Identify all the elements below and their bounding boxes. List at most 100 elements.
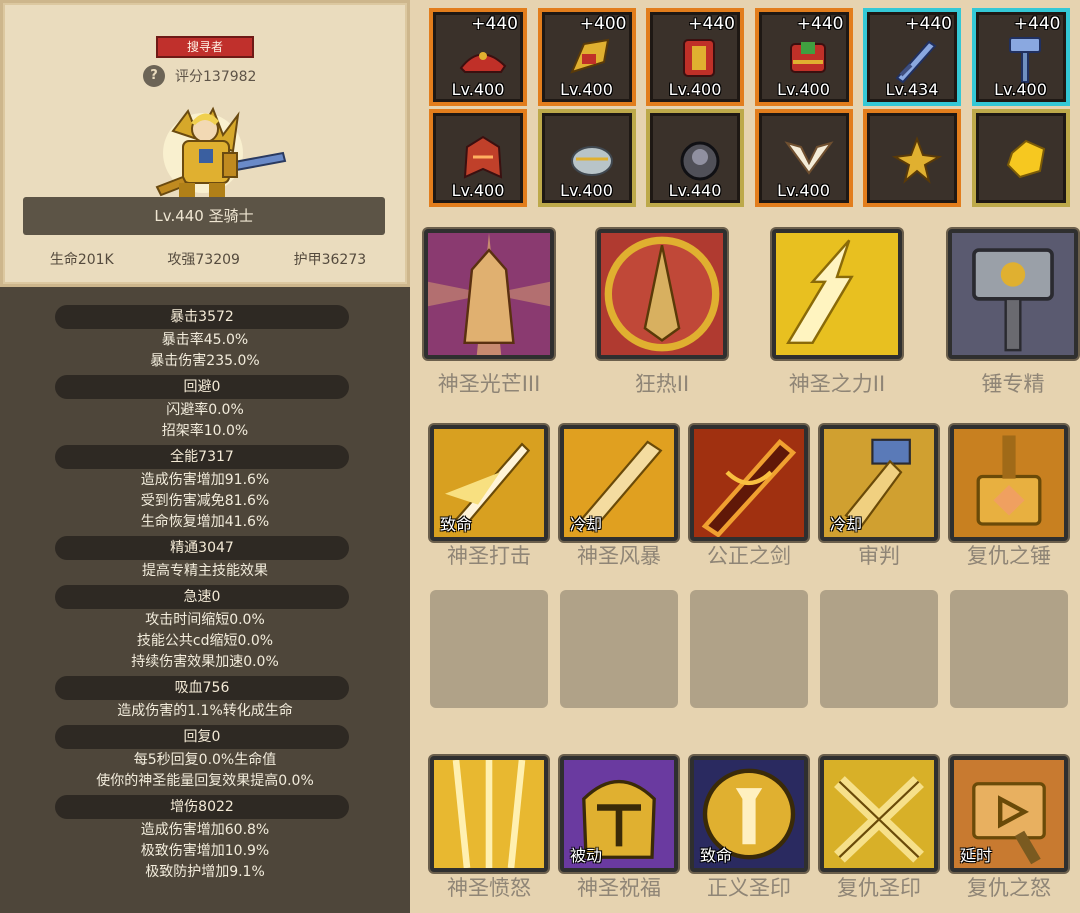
equip-slot[interactable]: +440 Lv.400 <box>971 8 1070 106</box>
item-level: Lv.400 <box>560 80 613 99</box>
empty-skill-slot[interactable] <box>560 590 678 708</box>
stat-header: 精通3047 <box>55 536 349 560</box>
skill-tag: 延时 <box>960 846 993 865</box>
item-level: Lv.400 <box>777 80 830 99</box>
skill-tag: 致命 <box>440 515 473 534</box>
base-stats: 生命201K 攻强73209 护甲36273 <box>3 249 413 269</box>
stat-detail: 暴击伤害235.0% <box>150 353 260 369</box>
skill-tag: 致命 <box>700 846 733 865</box>
stat-detail: 提高专精主技能效果 <box>142 563 268 579</box>
skill-name: 神圣风暴 <box>577 544 661 568</box>
item-level: Lv.400 <box>668 80 722 99</box>
stat-detail: 持续伤害效果加速0.0% <box>131 654 279 670</box>
empty-skill-slot[interactable] <box>950 590 1068 708</box>
enhance-level: +440 <box>796 14 844 34</box>
stat-detail: 每5秒回复0.0%生命值 <box>133 752 277 768</box>
item-level: Lv.434 <box>885 80 939 99</box>
skill-slot[interactable] <box>597 229 727 359</box>
enhance-level: +440 <box>905 14 952 34</box>
skill-tag: 被动 <box>570 846 603 865</box>
equip-slot[interactable]: +440 Lv.434 <box>863 8 961 106</box>
skill-name: 神圣光芒III <box>437 372 541 396</box>
class-tag-badge: 搜寻者 <box>156 36 254 58</box>
skill-slot[interactable] <box>948 229 1078 359</box>
skill-name: 神圣打击 <box>447 544 531 568</box>
equip-slot[interactable]: Lv.400 <box>754 109 853 207</box>
skill-tag: 冷却 <box>830 515 863 534</box>
skill-slot[interactable]: 致命 <box>690 756 808 872</box>
equip-slot[interactable]: +440 Lv.400 <box>646 8 744 106</box>
stats-panel: 搜寻者 ? 评分137982 Lv.440 圣骑士 生命201K 攻强73209… <box>0 0 410 913</box>
item-level: Lv.400 <box>777 181 830 200</box>
skill-slot[interactable]: 被动 <box>560 756 678 872</box>
stat-detail: 造成伤害增加60.8% <box>140 822 270 838</box>
equip-slot[interactable]: +440 Lv.400 <box>754 8 853 106</box>
equip-slot[interactable]: Lv.400 <box>537 109 636 207</box>
equip-slot[interactable]: Lv.440 <box>646 109 744 207</box>
stat-header: 回避0 <box>55 375 349 399</box>
skill-name: 锤专精 <box>981 372 1045 396</box>
skill-slot[interactable]: 延时 <box>950 756 1068 872</box>
item-level: Lv.400 <box>560 181 613 200</box>
equip-slot[interactable]: +400 Lv.400 <box>537 8 636 106</box>
stat-detail: 使你的神圣能量回复效果提高0.0% <box>96 773 314 789</box>
stat-detail: 受到伤害减免81.6% <box>140 493 270 509</box>
skill-slot[interactable]: 冷却 <box>560 425 678 541</box>
stat-detail: 极致防护增加9.1% <box>145 864 265 880</box>
skill-slot[interactable]: 冷却 <box>820 425 938 541</box>
empty-skill-slot[interactable] <box>820 590 938 708</box>
skill-slot[interactable] <box>772 229 902 359</box>
skill-name: 复仇之怒 <box>967 876 1051 900</box>
holy-wrath-icon <box>434 760 544 868</box>
gem-icon <box>1006 139 1045 179</box>
stat-detail: 生命恢复增加41.6% <box>140 514 270 530</box>
flame-sword-icon <box>694 429 804 537</box>
item-level: Lv.400 <box>451 80 505 99</box>
score-row: ? 评分137982 <box>143 65 256 87</box>
equip-slot[interactable] <box>971 109 1070 207</box>
enhance-level: +440 <box>471 14 518 34</box>
skill-slot[interactable] <box>430 756 548 872</box>
item-level: Lv.400 <box>994 80 1047 99</box>
equip-slot[interactable]: +440 Lv.400 <box>429 8 527 106</box>
enhance-level: +400 <box>579 14 627 34</box>
stat-detail: 招架率10.0% <box>161 423 249 439</box>
stat-detail: 造成伤害的1.1%转化成生命 <box>117 703 293 719</box>
skill-slot[interactable]: 致命 <box>430 425 548 541</box>
stat-header: 增伤8022 <box>55 795 349 819</box>
skill-name: 神圣愤怒 <box>447 876 531 900</box>
item-level: Lv.400 <box>451 181 505 200</box>
amulet-icon <box>891 136 943 184</box>
skill-name: 公正之剑 <box>707 544 791 568</box>
attack-stat: 攻强73209 <box>167 252 240 268</box>
equip-slot[interactable]: Lv.400 <box>429 109 527 207</box>
skill-slot[interactable] <box>950 425 1068 541</box>
empty-skill-slot[interactable] <box>690 590 808 708</box>
skill-slot[interactable] <box>820 756 938 872</box>
score-text: 评分137982 <box>175 69 257 85</box>
stat-detail: 极致伤害增加10.9% <box>140 843 270 859</box>
stat-header: 吸血756 <box>55 676 349 700</box>
hammer-icon <box>952 233 1074 355</box>
skill-name: 审判 <box>858 544 900 568</box>
skill-name: 复仇之锤 <box>967 544 1051 568</box>
item-level: Lv.440 <box>668 181 722 200</box>
vengeance-seal-icon <box>824 760 934 868</box>
paladin-avatar-icon <box>155 106 287 197</box>
skill-tag: 冷却 <box>570 515 603 534</box>
avenging-hammer-icon <box>954 429 1064 537</box>
stat-detail: 造成伤害增加91.6% <box>140 472 270 488</box>
hp-stat: 生命201K <box>49 252 114 268</box>
help-icon[interactable]: ? <box>143 65 165 87</box>
skill-slot[interactable] <box>424 229 554 359</box>
stat-detail: 技能公共cd缩短0.0% <box>136 633 274 649</box>
equip-slot[interactable] <box>863 109 961 207</box>
skill-slot[interactable] <box>690 425 808 541</box>
skill-name: 神圣祝福 <box>577 876 661 900</box>
empty-skill-slot[interactable] <box>430 590 548 708</box>
stat-detail: 闪避率0.0% <box>166 402 244 418</box>
stat-header: 暴击3572 <box>55 305 349 329</box>
skill-name: 神圣之力II <box>788 372 886 396</box>
stat-header: 急速0 <box>55 585 349 609</box>
armor-stat: 护甲36273 <box>293 252 367 268</box>
